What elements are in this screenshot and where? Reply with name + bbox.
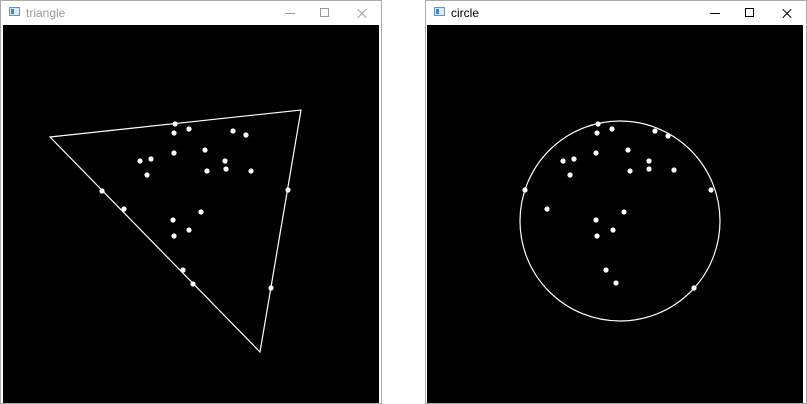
triangle-drawing — [48, 109, 302, 354]
point — [230, 128, 236, 134]
triangle-window: triangle — [0, 0, 382, 404]
close-button[interactable] — [347, 2, 377, 24]
maximize-button[interactable] — [735, 2, 765, 24]
point — [593, 217, 599, 223]
point — [223, 166, 229, 172]
point — [665, 133, 671, 139]
minimize-button[interactable] — [700, 2, 730, 24]
point — [186, 227, 192, 233]
point — [137, 158, 143, 164]
point — [186, 126, 192, 132]
enclosing-triangle — [48, 109, 302, 354]
circle-window: circle — [425, 0, 807, 404]
point — [627, 168, 633, 174]
point — [567, 172, 573, 178]
point — [172, 121, 178, 127]
window-title: circle — [451, 6, 480, 20]
point — [621, 209, 627, 215]
point — [202, 147, 208, 153]
point — [121, 206, 127, 212]
point — [243, 132, 249, 138]
point-set — [99, 121, 291, 291]
point — [148, 156, 154, 162]
point — [646, 166, 652, 172]
point — [610, 227, 616, 233]
point — [571, 156, 577, 162]
point — [204, 168, 210, 174]
title-bar[interactable]: triangle — [1, 1, 381, 25]
point — [613, 280, 619, 286]
point — [560, 158, 566, 164]
point — [99, 188, 105, 194]
close-button[interactable] — [772, 2, 802, 24]
minimize-button[interactable] — [275, 2, 305, 24]
point — [248, 168, 254, 174]
point — [522, 187, 528, 193]
point — [285, 187, 291, 193]
point — [593, 150, 599, 156]
maximize-button[interactable] — [310, 2, 340, 24]
point — [171, 233, 177, 239]
point — [594, 130, 600, 136]
point — [171, 150, 177, 156]
point — [170, 217, 176, 223]
app-window-icon — [434, 7, 445, 16]
image-canvas[interactable] — [427, 25, 803, 403]
circle-drawing — [519, 120, 721, 322]
point — [671, 167, 677, 173]
point — [594, 233, 600, 239]
point — [609, 126, 615, 132]
point — [171, 130, 177, 136]
window-title: triangle — [26, 6, 66, 20]
app-window-icon — [9, 7, 20, 16]
point — [652, 128, 658, 134]
point — [646, 158, 652, 164]
point — [625, 147, 631, 153]
point — [268, 285, 274, 291]
point — [180, 267, 186, 273]
point — [544, 206, 550, 212]
point — [198, 209, 204, 215]
point — [595, 121, 601, 127]
title-bar[interactable]: circle — [426, 1, 806, 25]
enclosing-circle — [519, 120, 721, 322]
point — [708, 187, 714, 193]
point — [144, 172, 150, 178]
point — [691, 285, 697, 291]
point — [190, 281, 196, 287]
image-canvas[interactable] — [3, 25, 379, 403]
point — [603, 267, 609, 273]
point-set — [522, 121, 714, 291]
point — [222, 158, 228, 164]
